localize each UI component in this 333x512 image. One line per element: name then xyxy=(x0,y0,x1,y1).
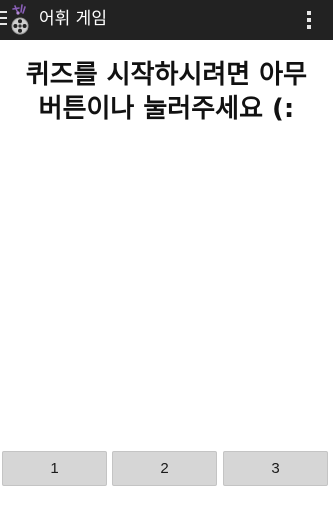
hamburger-menu-icon[interactable] xyxy=(0,11,7,29)
quiz-prompt-line-2: 버튼이나 눌러주세요 (: xyxy=(38,94,295,124)
quiz-prompt-line-1: 퀴즈를 시작하시려면 아무 xyxy=(25,60,308,90)
quiz-prompt: 퀴즈를 시작하시려면 아무 버튼이나 눌러주세요 (: xyxy=(0,58,333,126)
film-reel-app-icon[interactable] xyxy=(9,4,35,36)
answer-button-3[interactable]: 3 xyxy=(223,451,328,486)
answer-button-2[interactable]: 2 xyxy=(112,451,217,486)
app-title: 어휘 게임 xyxy=(39,9,107,29)
answer-button-1[interactable]: 1 xyxy=(2,451,107,486)
action-bar: 어휘 게임 xyxy=(0,0,333,40)
overflow-menu-icon[interactable] xyxy=(307,11,311,29)
